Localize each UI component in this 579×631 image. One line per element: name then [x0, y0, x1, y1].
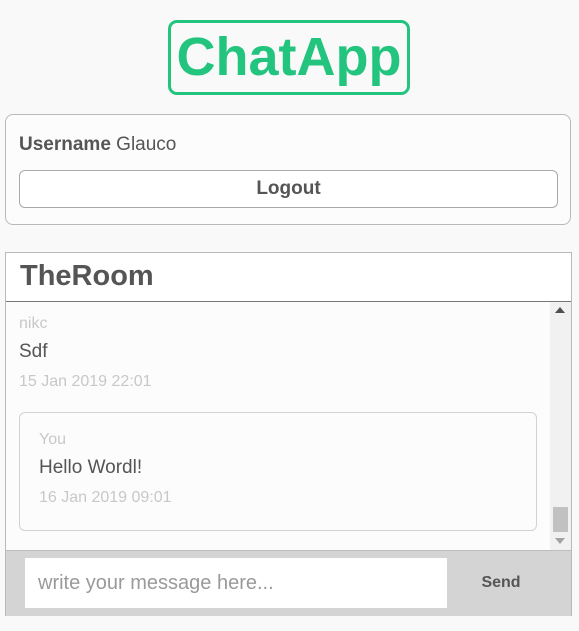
send-button[interactable]: Send — [453, 558, 549, 608]
username-line: Username Glauco — [19, 134, 176, 156]
username-label: Username — [19, 134, 111, 155]
scroll-up-arrow-icon[interactable] — [555, 307, 565, 313]
scroll-down-arrow-icon[interactable] — [555, 538, 565, 544]
message-text: Sdf — [19, 341, 48, 362]
message-input[interactable] — [25, 558, 447, 608]
own-message-item: You Hello Wordl! 16 Jan 2019 09:01 — [19, 412, 537, 531]
message-text: Hello Wordl! — [39, 457, 143, 478]
message-timestamp: 16 Jan 2019 09:01 — [39, 489, 172, 506]
logout-button[interactable]: Logout — [19, 170, 558, 208]
message-timestamp: 15 Jan 2019 22:01 — [19, 373, 152, 390]
room-title: TheRoom — [20, 260, 154, 292]
username-value: Glauco — [116, 134, 177, 155]
message-author: You — [39, 431, 66, 448]
user-panel: Username Glauco Logout — [5, 114, 571, 225]
app-logo-title: ChatApp — [168, 20, 410, 95]
chat-room: TheRoom nikc Sdf 15 Jan 2019 22:01 You H… — [5, 252, 572, 616]
message-author: nikc — [19, 315, 48, 332]
message-item: nikc Sdf 15 Jan 2019 22:01 — [19, 315, 152, 391]
scroll-thumb[interactable] — [553, 507, 568, 532]
message-scrollbar[interactable] — [550, 302, 571, 550]
message-list: nikc Sdf 15 Jan 2019 22:01 You Hello Wor… — [6, 302, 550, 550]
message-composer: Send — [6, 550, 571, 616]
room-header: TheRoom — [6, 253, 571, 302]
